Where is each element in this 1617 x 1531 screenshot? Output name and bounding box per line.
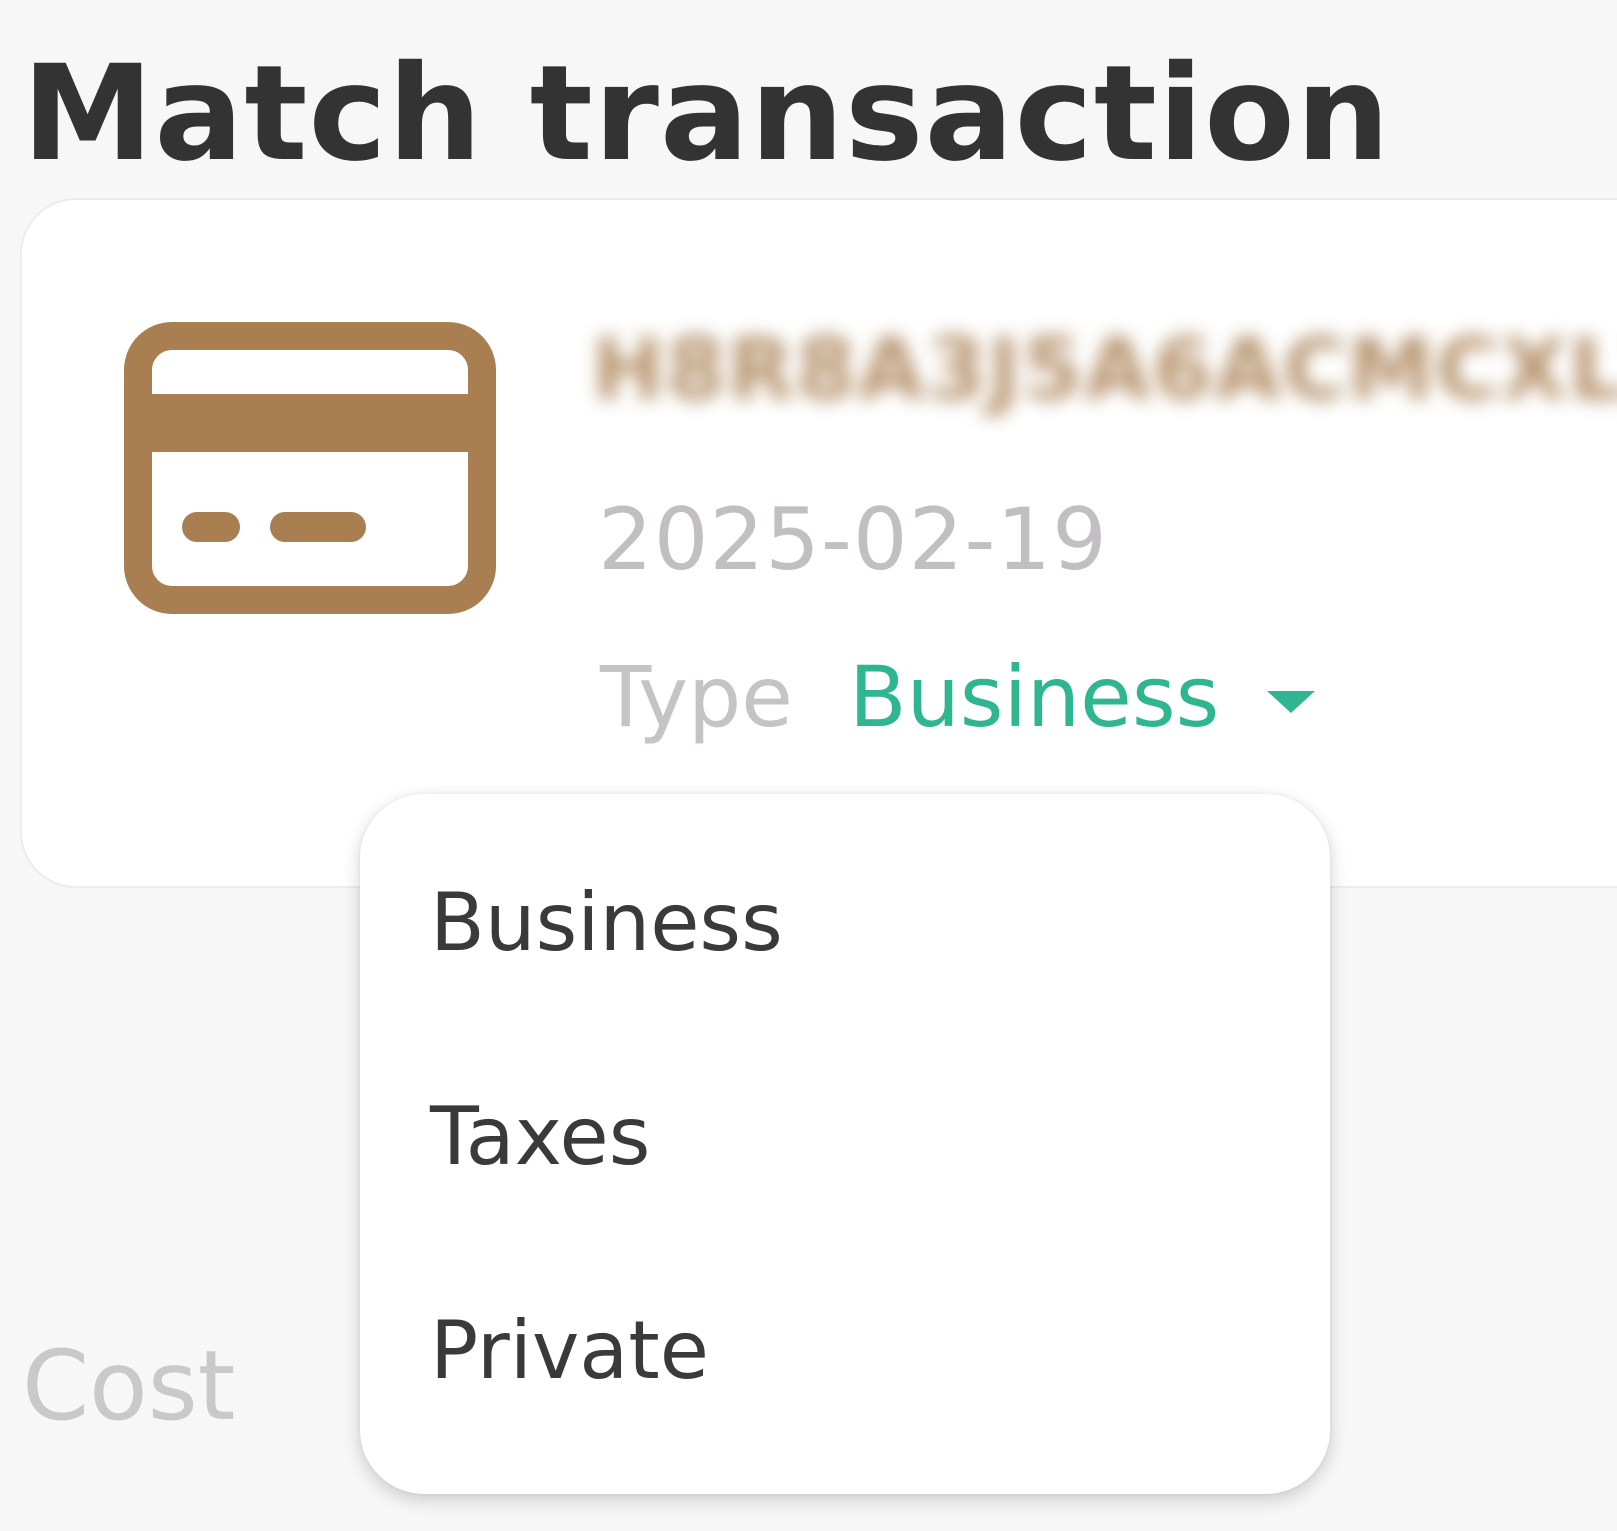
type-dropdown-menu: Business Taxes Private	[360, 794, 1330, 1494]
cost-label: Cost	[22, 1330, 236, 1442]
transaction-card: H8R8A3J5A6ACMCXLZ32C 2025-02-19 Type Bus…	[20, 198, 1617, 888]
caret-down-icon	[1267, 691, 1316, 713]
type-label: Type	[600, 648, 793, 746]
menu-item-private[interactable]: Private	[430, 1304, 709, 1397]
transaction-reference: H8R8A3J5A6ACMCXLZ32C	[592, 320, 1617, 420]
type-selected-value: Business	[848, 648, 1220, 746]
menu-item-taxes[interactable]: Taxes	[430, 1090, 650, 1183]
credit-card-icon	[124, 322, 496, 614]
type-select[interactable]: Business	[848, 648, 1316, 746]
match-transaction-screen: Match transaction H8R8A3J5A6ACMCXLZ32C 2…	[0, 0, 1617, 1531]
transaction-date: 2025-02-19	[598, 490, 1108, 590]
transaction-type-row: Type Business	[600, 648, 1316, 746]
page-title: Match transaction	[22, 37, 1391, 191]
menu-item-business[interactable]: Business	[430, 876, 783, 969]
